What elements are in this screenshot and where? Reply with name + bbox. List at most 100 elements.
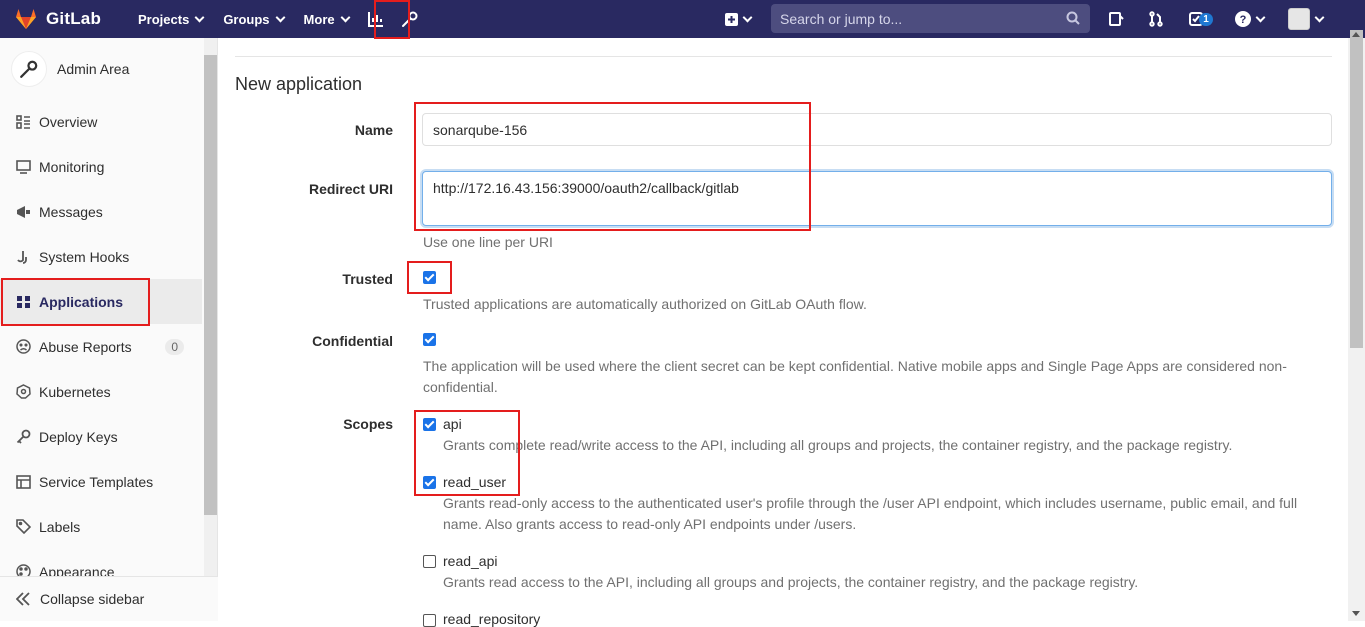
scope-read-user-help-line1: Grants read-only access to the authentic… (443, 495, 1298, 511)
search-input[interactable]: Search or jump to... (771, 4, 1090, 33)
user-menu-dropdown[interactable] (1282, 0, 1328, 38)
confidential-checkbox[interactable] (423, 333, 436, 346)
user-avatar (1287, 8, 1310, 30)
name-field[interactable] (422, 113, 1332, 146)
activity-chart-button[interactable] (359, 0, 393, 38)
collapse-sidebar-button[interactable]: Collapse sidebar (0, 576, 218, 621)
collapse-sidebar-label: Collapse sidebar (40, 591, 145, 607)
redirect-uri-label: Redirect URI (308, 181, 393, 197)
sidebar-scrollbar-thumb[interactable] (204, 55, 217, 515)
sidebar-item-label: Applications (39, 293, 124, 310)
scope-api-checkbox[interactable] (423, 418, 436, 431)
gitlab-home-link[interactable]: GitLab (0, 0, 128, 38)
scope-read-user-label[interactable]: read_user (443, 474, 506, 490)
chevron-down-icon (275, 12, 285, 22)
groups-label: Groups (223, 11, 270, 27)
name-label: Name (354, 122, 393, 138)
template-icon (16, 474, 31, 489)
sidebar-item-labels[interactable]: Labels (0, 504, 202, 549)
plus-square-icon (725, 12, 738, 26)
new-item-dropdown[interactable] (720, 0, 756, 38)
scope-read-api-help: Grants read access to the API, including… (443, 574, 1139, 590)
svg-text:?: ? (1239, 14, 1246, 26)
trusted-checkbox[interactable] (423, 271, 436, 284)
sidebar-item-kubernetes[interactable]: Kubernetes (0, 369, 202, 414)
chevron-down-icon (1255, 12, 1265, 22)
more-dropdown[interactable]: More (294, 0, 359, 38)
scope-read-repository-label[interactable]: read_repository (443, 611, 540, 627)
kubernetes-icon (16, 384, 31, 399)
sidebar-item-label: Abuse Reports (39, 338, 132, 355)
help-dropdown[interactable]: ? (1230, 0, 1268, 38)
search-placeholder: Search or jump to... (780, 10, 903, 27)
merge-requests-button[interactable] (1139, 0, 1173, 38)
sidebar-item-system-hooks[interactable]: System Hooks (0, 234, 202, 279)
scope-read-user-help-line2: name. Also grants access to read-only AP… (443, 516, 857, 532)
chart-icon (367, 12, 383, 27)
overview-icon (16, 114, 30, 129)
double-chevron-left-icon (16, 592, 30, 606)
applications-icon (17, 295, 30, 308)
brand-name: GitLab (46, 9, 102, 28)
page-title: New application (235, 74, 363, 94)
scope-api-help: Grants complete read/write access to the… (443, 437, 1233, 453)
projects-dropdown[interactable]: Projects (128, 0, 213, 38)
wrench-icon (20, 60, 38, 78)
sidebar-item-label: Monitoring (39, 158, 105, 175)
wrench-icon (401, 11, 418, 27)
redirect-uri-help: Use one line per URI (423, 234, 553, 250)
sidebar-header[interactable]: Admin Area (0, 38, 217, 100)
scope-api-label[interactable]: api (443, 416, 462, 432)
help-icon: ? (1234, 11, 1251, 27)
chevron-down-icon (194, 12, 205, 22)
trusted-help: Trusted applications are automatically a… (423, 296, 867, 312)
sidebar-item-label: Overview (39, 113, 98, 130)
scopes-label: Scopes (343, 416, 393, 432)
confidential-help-line2: confidential. (423, 379, 498, 395)
issues-button[interactable] (1099, 0, 1133, 38)
todos-button[interactable]: 1 (1181, 0, 1221, 38)
redirect-uri-field[interactable]: http://172.16.43.156:39000/oauth2/callba… (422, 171, 1332, 226)
trusted-label: Trusted (342, 271, 393, 287)
hook-icon (17, 250, 27, 264)
scroll-up-arrow-icon[interactable] (1352, 32, 1360, 37)
sidebar-item-deploy-keys[interactable]: Deploy Keys (0, 414, 202, 459)
groups-dropdown[interactable]: Groups (213, 0, 293, 38)
monitor-icon (16, 159, 31, 174)
chevron-down-icon (1314, 12, 1324, 22)
sidebar-item-applications[interactable]: Applications (0, 279, 202, 324)
confidential-label: Confidential (312, 333, 393, 349)
admin-area-button[interactable] (393, 0, 427, 38)
admin-avatar (11, 51, 47, 87)
gitlab-logo-icon (16, 9, 36, 29)
sidebar-item-label: Kubernetes (39, 383, 111, 400)
scope-read-api-checkbox[interactable] (423, 555, 436, 568)
label-icon (16, 519, 31, 534)
search-icon (1066, 11, 1080, 25)
sidebar-title: Admin Area (57, 61, 130, 77)
top-navbar: GitLab Projects Groups More Search or ju… (0, 0, 1365, 38)
sidebar-item-abuse-reports[interactable]: Abuse Reports 0 (0, 324, 202, 369)
key-icon (16, 429, 31, 444)
scroll-down-arrow-icon[interactable] (1352, 611, 1360, 616)
chevron-down-icon (340, 12, 351, 22)
page-scrollbar-thumb[interactable] (1350, 30, 1363, 348)
scope-read-user-checkbox[interactable] (423, 476, 436, 489)
merge-request-icon (1149, 11, 1163, 27)
sidebar-item-service-templates[interactable]: Service Templates (0, 459, 202, 504)
sidebar-item-monitoring[interactable]: Monitoring (0, 144, 202, 189)
sidebar-item-label: Messages (39, 203, 103, 220)
scope-read-api-label[interactable]: read_api (443, 553, 498, 569)
sidebar-item-overview[interactable]: Overview (0, 99, 202, 144)
abuse-reports-count-badge: 0 (165, 338, 184, 355)
sidebar-item-messages[interactable]: Messages (0, 189, 202, 234)
todos-count-badge: 1 (1199, 12, 1213, 26)
sidebar-item-label: System Hooks (39, 248, 130, 265)
projects-label: Projects (138, 11, 190, 27)
more-label: More (303, 11, 335, 27)
sidebar-item-label: Service Templates (39, 473, 154, 490)
admin-sidebar: Admin Area Overview Monitoring Messages … (0, 38, 218, 621)
sidebar-item-label: Deploy Keys (39, 428, 118, 445)
breadcrumb-divider (235, 56, 1332, 57)
issues-icon (1109, 12, 1124, 26)
